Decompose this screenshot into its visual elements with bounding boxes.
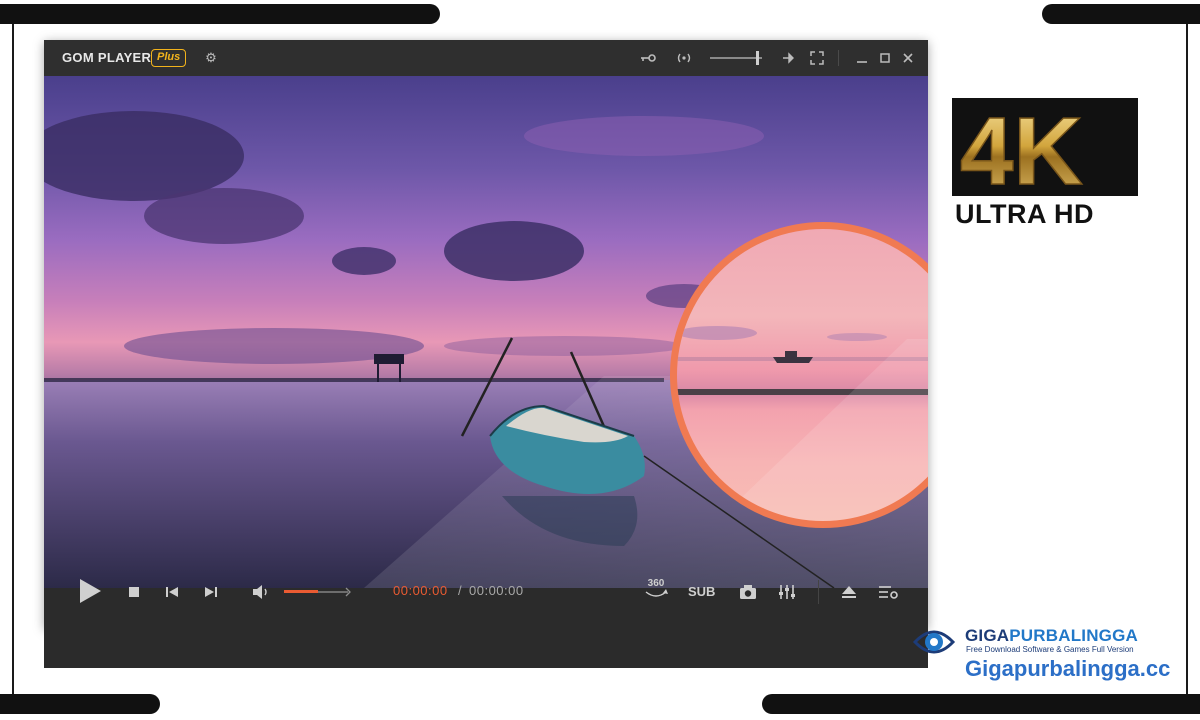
- minimize-icon[interactable]: [852, 48, 872, 68]
- restore-icon[interactable]: [875, 48, 895, 68]
- equalizer-icon[interactable]: [777, 583, 797, 601]
- current-time: 00:00:00: [393, 583, 448, 598]
- control-divider: [818, 580, 819, 604]
- titlebar-volume-knob[interactable]: [756, 51, 759, 65]
- frame-bar-bottom-right: [762, 694, 1200, 714]
- titlebar-volume-track[interactable]: [710, 57, 762, 59]
- camera-icon[interactable]: [738, 583, 758, 601]
- key-icon[interactable]: [638, 48, 658, 68]
- gom-player-window: GOM PLAYER Plus ⚙ 00:00:00 / 00:00:00 36…: [44, 40, 928, 668]
- titlebar-divider: [838, 50, 839, 66]
- fullscreen-icon[interactable]: [807, 48, 827, 68]
- radio-signal-icon[interactable]: [674, 48, 694, 68]
- play-icon[interactable]: [74, 576, 104, 606]
- volume-icon[interactable]: [251, 583, 271, 601]
- zoom-magnifier: [670, 222, 928, 528]
- zoom-detail: [677, 326, 928, 521]
- frame-bar-top-left: [0, 4, 440, 24]
- badge-4k-text: 4K: [960, 98, 1083, 196]
- 4k-gold-lettering: 4K: [959, 97, 1083, 206]
- volume-slider-end-icon: [344, 585, 352, 597]
- previous-icon[interactable]: [164, 584, 180, 600]
- frame-bar-bottom-left: [0, 694, 160, 714]
- video-viewport[interactable]: [44, 76, 928, 588]
- watermark-tagline: Free Download Software & Games Full Vers…: [966, 645, 1134, 654]
- watermark-title-b: PURBALINGGA: [1009, 626, 1139, 645]
- ultra-hd-label: ULTRA HD: [955, 199, 1094, 229]
- logo-4k: 4K: [952, 97, 1138, 206]
- frame-line-left: [12, 24, 14, 694]
- subtitle-button[interactable]: SUB: [688, 584, 715, 599]
- total-time: 00:00:00: [469, 583, 524, 598]
- watermark-url: Gigapurbalingga.cc: [965, 656, 1171, 681]
- frame-line-right: [1186, 24, 1188, 694]
- playlist-settings-icon[interactable]: [877, 583, 899, 601]
- eject-icon[interactable]: [839, 583, 859, 601]
- gear-icon[interactable]: ⚙: [201, 48, 221, 68]
- title-bar[interactable]: GOM PLAYER Plus ⚙: [44, 40, 928, 76]
- next-icon[interactable]: [203, 584, 219, 600]
- stop-icon[interactable]: [126, 584, 142, 600]
- pin-icon[interactable]: [779, 48, 799, 68]
- time-separator: /: [458, 583, 462, 598]
- watermark-eye-logo: [911, 620, 957, 664]
- vr-360-button[interactable]: 360: [642, 576, 670, 602]
- close-icon[interactable]: [898, 48, 918, 68]
- watermark-title: GIGAPURBALINGGA: [965, 626, 1138, 646]
- watermark-title-a: GIGA: [965, 626, 1010, 645]
- frame-bar-top-right: [1042, 4, 1200, 24]
- plus-badge: Plus: [151, 49, 187, 67]
- app-title: GOM PLAYER: [62, 50, 152, 65]
- volume-slider-fill[interactable]: [284, 590, 318, 593]
